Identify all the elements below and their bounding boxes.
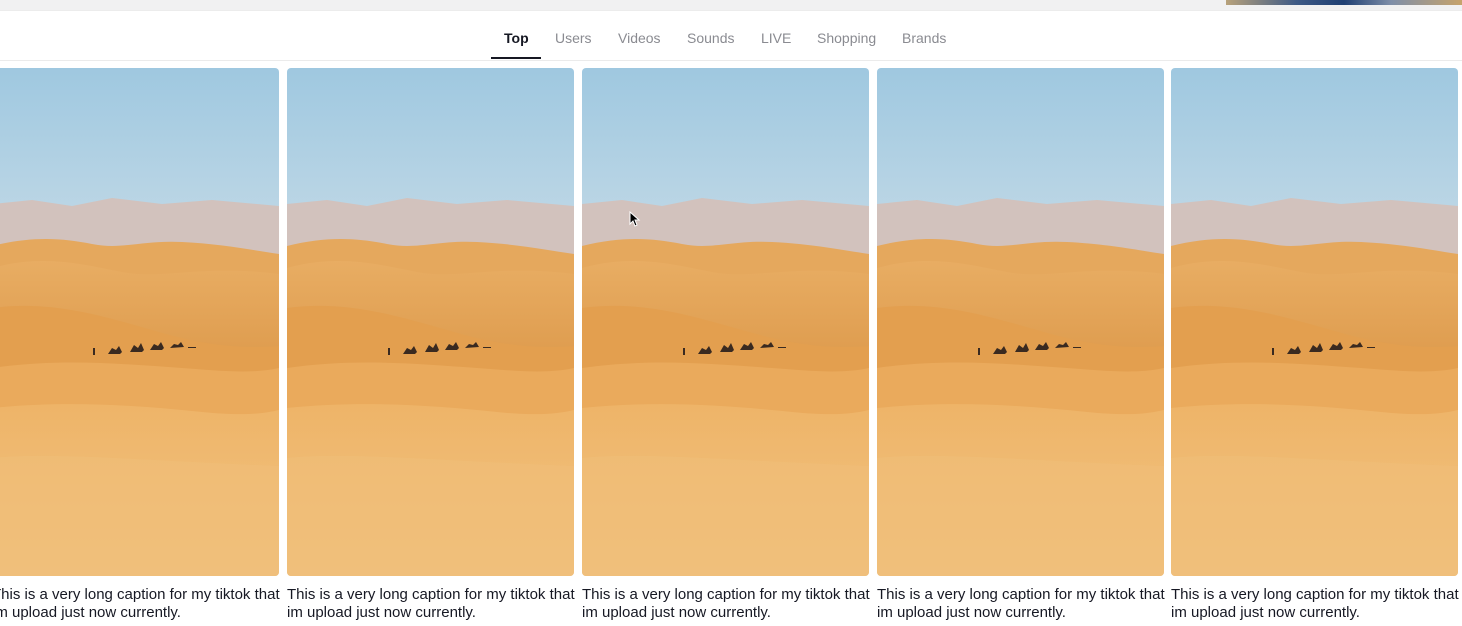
video-thumbnail[interactable] xyxy=(877,68,1164,576)
mouse-cursor-icon xyxy=(629,211,641,227)
video-caption: This is a very long caption for my tikto… xyxy=(0,586,280,621)
video-card[interactable]: This is a very long caption for my tikto… xyxy=(0,68,280,622)
desert-thumbnail-image xyxy=(1171,68,1458,576)
tab-shopping[interactable]: Shopping xyxy=(817,30,876,46)
video-thumbnail[interactable] xyxy=(1171,68,1458,576)
video-card[interactable]: This is a very long caption for my tikto… xyxy=(877,68,1165,622)
tab-live[interactable]: LIVE xyxy=(761,30,791,46)
active-tab-indicator xyxy=(491,57,541,59)
desert-thumbnail-image xyxy=(582,68,869,576)
video-caption: This is a very long caption for my tikto… xyxy=(287,586,575,621)
desert-thumbnail-image xyxy=(877,68,1164,576)
video-thumbnail[interactable] xyxy=(287,68,574,576)
video-card[interactable]: This is a very long caption for my tikto… xyxy=(1171,68,1459,622)
video-card[interactable]: This is a very long caption for my tikto… xyxy=(582,68,870,622)
desert-thumbnail-image xyxy=(287,68,574,576)
video-caption: This is a very long caption for my tikto… xyxy=(1171,586,1459,621)
video-card[interactable]: This is a very long caption for my tikto… xyxy=(287,68,575,622)
tab-top[interactable]: Top xyxy=(504,30,529,46)
profile-thumbnail[interactable] xyxy=(1226,0,1462,5)
desert-thumbnail-image xyxy=(0,68,279,576)
tab-videos[interactable]: Videos xyxy=(618,30,661,46)
tab-brands[interactable]: Brands xyxy=(902,30,946,46)
video-thumbnail[interactable] xyxy=(582,68,869,576)
tab-users[interactable]: Users xyxy=(555,30,592,46)
search-tabs: Top Users Videos Sounds LIVE Shopping Br… xyxy=(0,10,1462,61)
tab-sounds[interactable]: Sounds xyxy=(687,30,734,46)
video-caption: This is a very long caption for my tikto… xyxy=(582,586,870,621)
video-thumbnail[interactable] xyxy=(0,68,279,576)
video-caption: This is a very long caption for my tikto… xyxy=(877,586,1165,621)
